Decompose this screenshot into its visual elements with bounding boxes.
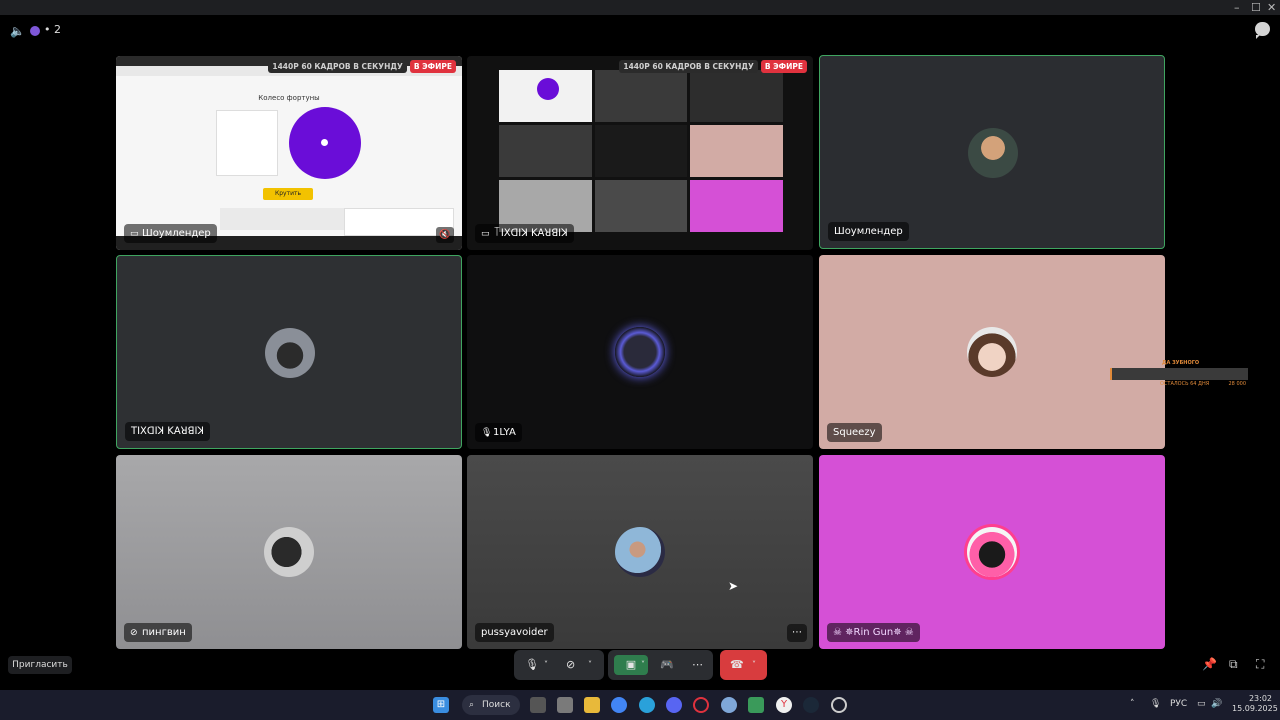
mic-icon[interactable]: 🎙 — [525, 658, 539, 672]
volume-icon[interactable]: 🔊 — [1211, 699, 1222, 709]
stream-news — [220, 208, 350, 230]
camera-options-icon[interactable]: ˅ — [588, 658, 592, 672]
call-topbar: 🔈 • 2 — [0, 15, 1280, 45]
stream-grid-preview — [499, 70, 783, 232]
stream-overlay: ДА ЗУБНОГО ОСТАЛОСЬ 64 ДНЯ 28 000 — [1110, 360, 1248, 394]
app-icon[interactable] — [831, 697, 847, 713]
opera-icon[interactable] — [693, 697, 709, 713]
share-options-icon[interactable]: ˅ — [641, 658, 645, 672]
app-icon[interactable] — [557, 697, 573, 713]
popout-icon[interactable]: ⧉ — [1229, 657, 1238, 672]
tile-name-label: ▭ Шоумлендер — [124, 224, 217, 243]
spin-button[interactable]: Крутить — [263, 188, 313, 200]
avatar — [264, 527, 314, 577]
hangup-options-icon[interactable]: ˅ — [752, 658, 756, 672]
mic-options-icon[interactable]: ˅ — [544, 658, 548, 672]
voice-count: • 2 — [44, 23, 61, 36]
participant-tile[interactable]: ☠ ✵Rin Gun✵ ☠ — [819, 455, 1165, 649]
quality-badge: 1440P 60 КАДРОВ В СЕКУНДУ — [619, 60, 758, 73]
search-button[interactable]: ⌕ Поиск — [462, 695, 520, 715]
participant-tile[interactable]: pussyavoider ➤ ⋯ — [467, 455, 813, 649]
taskview-icon[interactable] — [530, 697, 546, 713]
tile-name-label: pussyavoider — [475, 623, 554, 642]
avatar — [967, 327, 1017, 377]
explorer-icon[interactable] — [584, 697, 600, 713]
live-badge: В ЭФИРЕ — [760, 60, 807, 73]
stream-mute-icon[interactable]: 🔇 — [436, 227, 454, 243]
stream-panel — [216, 110, 278, 176]
avatar — [615, 327, 665, 377]
language-indicator[interactable]: РУС — [1170, 699, 1187, 709]
avatar — [967, 527, 1017, 577]
more-icon[interactable]: ⋯ — [692, 658, 703, 672]
screen-share-icon: ▭ — [481, 229, 490, 239]
clock-date: 15.09.2025 — [1232, 704, 1278, 713]
steam-icon[interactable] — [803, 697, 819, 713]
app-icon[interactable] — [748, 697, 764, 713]
clock-time: 23:02 — [1248, 694, 1272, 703]
participant-tile[interactable]: Шоумлендер — [819, 55, 1165, 249]
taskbar: ⊞ ⌕ Поиск Y ˄ 🎙 РУС ▭ 🔊 23:02 15.09.2025 — [0, 690, 1280, 720]
activity-icon[interactable]: 🎮 — [660, 658, 674, 672]
tile-name-label: Шоумлендер — [828, 222, 909, 241]
stream-tile-1[interactable]: Колесо фортуны Крутить 1440P 60 КАДРОВ В… — [116, 56, 462, 250]
window-titlebar: – ☐ ✕ — [0, 0, 1280, 15]
participant-tile[interactable]: ꓔꓲꓫꓷꓲꓘ ꓗꓮꓤꓭꓲꓘ — [116, 255, 462, 449]
pin-icon[interactable]: 📌 — [1202, 657, 1217, 671]
share-controls: ▣ ˅ 🎮 ⋯ — [608, 650, 713, 680]
screen-share-icon: ▭ — [130, 229, 139, 239]
tile-name-label: ꓔꓲꓫꓷꓲꓘ ꓗꓮꓤꓭꓲꓘ — [125, 422, 210, 441]
telegram-icon[interactable] — [639, 697, 655, 713]
quality-badge: 1440P 60 КАДРОВ В СЕКУНДУ — [268, 60, 407, 73]
maximize-icon[interactable]: ☐ — [1251, 1, 1261, 14]
wheel-graphic — [289, 107, 361, 179]
stream-heading: Колесо фортуны — [258, 94, 320, 102]
tile-name-label: 🎙1LYA — [475, 423, 522, 442]
mic-tray-icon[interactable]: 🎙 — [1150, 699, 1161, 709]
participant-tile[interactable]: ⊘ пингвин — [116, 455, 462, 649]
avatar — [968, 128, 1018, 178]
participant-tile[interactable]: 🎙1LYA — [467, 255, 813, 449]
camera-off-icon[interactable]: ⊘ — [566, 658, 575, 672]
browser-icon[interactable] — [721, 697, 737, 713]
end-call-button[interactable]: ☎ ˅ — [720, 650, 767, 680]
discord-icon[interactable] — [666, 697, 682, 713]
mic-icon: 🎙 — [481, 428, 493, 438]
stream-tile-2[interactable]: 1440P 60 КАДРОВ В СЕКУНДУ В ЭФИРЕ ▭ ꓄ꓲꓫꓷꓲ… — [467, 56, 813, 250]
close-icon[interactable]: ✕ — [1267, 1, 1276, 14]
avatar — [265, 328, 315, 378]
avatar — [615, 527, 665, 577]
speaker-icon[interactable]: 🔈 — [10, 24, 25, 38]
more-options-icon[interactable]: ⋯ — [787, 624, 807, 642]
stream-badges: 1440P 60 КАДРОВ В СЕКУНДУ В ЭФИРЕ — [619, 60, 807, 73]
chrome-icon[interactable] — [611, 697, 627, 713]
invite-button[interactable]: Пригласить — [8, 656, 72, 674]
server-dot-icon — [30, 26, 40, 36]
fullscreen-icon[interactable]: ⛶ — [1256, 657, 1264, 672]
participant-tile[interactable]: Squeezy — [819, 255, 1165, 449]
tile-name-label: ☠ ✵Rin Gun✵ ☠ — [827, 623, 920, 642]
live-badge: В ЭФИРЕ — [409, 60, 456, 73]
start-icon[interactable]: ⊞ — [433, 697, 449, 713]
tray-expand-icon[interactable]: ˄ — [1130, 699, 1135, 709]
tile-name-label: Squeezy — [827, 423, 882, 442]
mic-muted-icon: ⊘ — [130, 628, 138, 638]
minimize-icon[interactable]: – — [1234, 1, 1240, 14]
chat-icon[interactable] — [1255, 22, 1270, 39]
clock[interactable]: 23:02 15.09.2025 — [1232, 694, 1278, 714]
hangup-icon[interactable]: ☎ — [730, 658, 744, 672]
search-icon: ⌕ — [469, 700, 475, 710]
yandex-icon[interactable]: Y — [776, 697, 792, 713]
stream-badges: 1440P 60 КАДРОВ В СЕКУНДУ В ЭФИРЕ — [268, 60, 456, 73]
tile-name-label: ▭ ꓄ꓲꓫꓷꓲꓘ ꓗꓮꓤꓭꓲꓘ — [475, 224, 574, 243]
media-controls: 🎙 ˅ ⊘ ˅ — [514, 650, 604, 680]
network-icon[interactable]: ▭ — [1197, 699, 1206, 709]
tile-name-label: ⊘ пингвин — [124, 623, 192, 642]
cursor-icon: ➤ — [728, 579, 739, 593]
